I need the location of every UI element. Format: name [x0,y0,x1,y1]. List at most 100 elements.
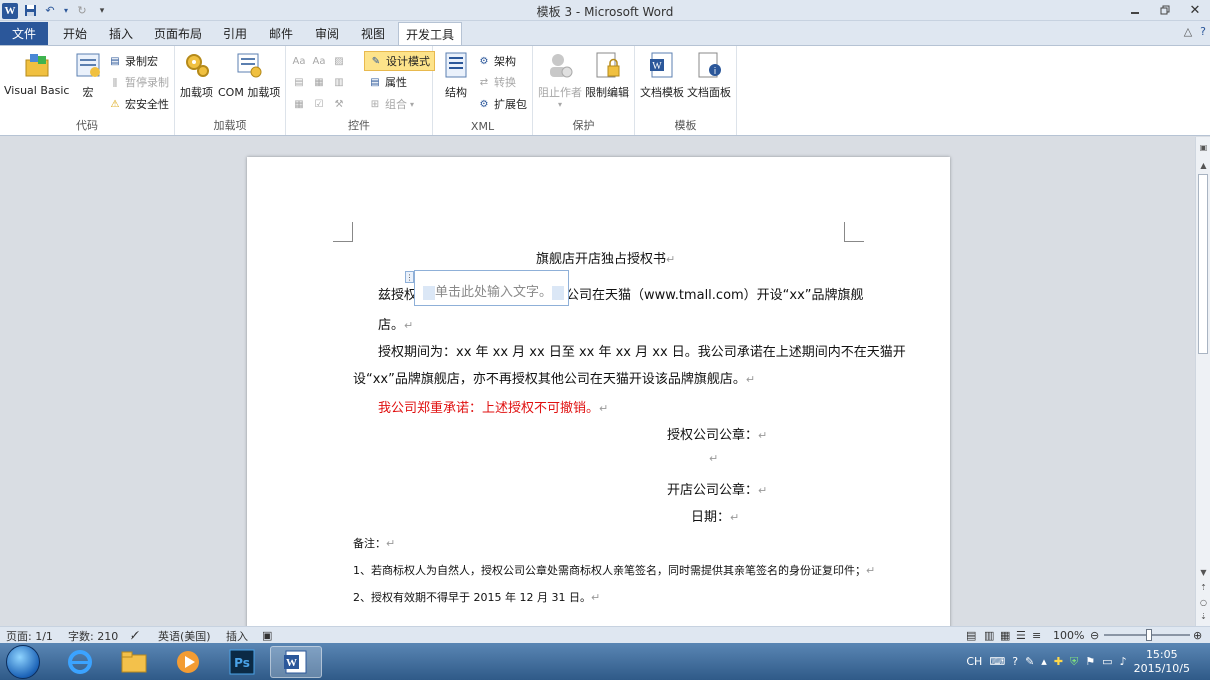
security-icon[interactable]: ✚ [1054,655,1063,668]
group-button[interactable]: ⊞ 组合 ▾ [368,94,414,114]
file-explorer-icon[interactable] [108,646,160,678]
ruler-toggle-icon[interactable]: ▣ [1197,141,1210,154]
tab-developer[interactable]: 开发工具 [398,22,462,45]
note-2[interactable]: 2、授权有效期不得早于 2015 年 12 月 31 日。↵ [353,589,600,605]
transform-button[interactable]: ⇄ 转换 [477,72,516,92]
document-page[interactable] [247,157,950,626]
macro-record-icon[interactable]: ▣ [262,628,272,643]
insert-mode[interactable]: 插入 [226,628,248,643]
content-control[interactable]: ⋮ 单击此处输入文字。 [405,270,569,306]
outline-view-icon[interactable]: ☰ [1016,628,1026,643]
show-hidden-icons-icon[interactable]: ▴ [1041,655,1047,668]
media-player-icon[interactable] [162,646,214,678]
zoom-slider-thumb[interactable] [1146,629,1152,641]
content-control-handle[interactable]: ⋮ [405,271,414,283]
content-control-placeholder[interactable]: 单击此处输入文字。 [423,281,565,300]
document-panel-button[interactable]: i 文档面板 [687,50,731,100]
com-addins-button[interactable]: COM 加载项 [218,50,280,100]
rich-text-control-icon[interactable]: Aa [292,51,306,71]
start-button[interactable] [6,645,40,679]
paragraph-1-rest[interactable]: 公司在天猫（www.tmall.com）开设“xx”品牌旗舰 [566,284,864,303]
network-icon[interactable]: ▭ [1102,655,1112,668]
scroll-down-icon[interactable]: ▼ [1197,566,1210,579]
previous-page-icon[interactable]: ⇡ [1197,581,1210,594]
draft-view-icon[interactable]: ≡ [1032,628,1041,643]
block-authors-button[interactable]: 阻止作者 ▾ [538,50,582,109]
checkbox-control-icon[interactable]: ☑ [312,94,326,114]
flag-icon[interactable]: ⚑ [1085,655,1095,668]
zoom-level[interactable]: 100% [1053,628,1084,643]
properties-button[interactable]: ▤ 属性 [368,72,407,92]
paragraph-2-line-2[interactable]: 设“xx”品牌旗舰店，亦不再授权其他公司在天猫开设该品牌旗舰店。↵ [353,368,755,387]
tab-home[interactable]: 开始 [52,22,98,45]
help-icon[interactable]: ? [1200,25,1206,38]
word-taskbar-icon[interactable]: W [270,646,322,678]
paragraph-2-line-1[interactable]: 授权期间为：xx 年 xx 月 xx 日至 xx 年 xx 月 xx 日。我公司… [378,341,906,360]
ime-indicator[interactable]: CH [966,655,982,668]
record-macro-button[interactable]: ▤ 录制宏 [108,51,158,71]
browse-object-icon[interactable]: ○ [1197,596,1210,609]
notes-label[interactable]: 备注：↵ [353,535,395,551]
picture-control-icon[interactable]: ▨ [332,51,346,71]
macro-security-button[interactable]: ⚠ 宏安全性 [108,94,169,114]
restore-icon[interactable] [1150,0,1180,20]
addins-button[interactable]: 加载项 [180,50,213,100]
design-mode-button[interactable]: ✎ 设计模式 [364,51,435,71]
drop-down-control-icon[interactable]: ▥ [332,72,346,92]
word-count[interactable]: 字数: 210 [68,628,118,643]
tab-file[interactable]: 文件 [0,22,48,45]
combo-box-control-icon[interactable]: ▦ [312,72,326,92]
help-tray-icon[interactable]: ? [1012,655,1018,668]
pen-icon[interactable]: ✎ [1025,655,1034,668]
legacy-tools-icon[interactable]: ⚒ [332,94,346,114]
next-page-icon[interactable]: ⇣ [1197,610,1210,623]
tab-references[interactable]: 引用 [214,22,256,45]
internet-explorer-icon[interactable] [54,646,106,678]
schema-button[interactable]: ⚙ 架构 [477,51,516,71]
zoom-in-icon[interactable]: ⊕ [1193,628,1202,643]
tab-view[interactable]: 视图 [352,22,394,45]
macros-button[interactable]: 宏 [72,50,104,100]
visual-basic-button[interactable]: Visual Basic [4,50,69,97]
vertical-scrollbar[interactable]: ▣ ▲ ▼ ⇡ ○ ⇣ [1195,137,1210,626]
zoom-out-icon[interactable]: ⊖ [1090,628,1099,643]
tab-review[interactable]: 审阅 [306,22,348,45]
building-block-control-icon[interactable]: ▤ [292,72,306,92]
language[interactable]: 英语(美国) [158,628,211,643]
paragraph-1-line-2[interactable]: 店。↵ [378,314,413,333]
shield-icon[interactable]: ⛨ [1070,655,1078,669]
minimize-icon[interactable] [1120,0,1150,20]
clock[interactable]: 15:05 2015/10/5 [1134,648,1190,676]
date-picker-control-icon[interactable]: ▦ [292,94,306,114]
print-layout-view-icon[interactable]: ▤ [966,628,976,643]
full-screen-reading-icon[interactable]: ▥ [984,628,994,643]
pause-recording-button[interactable]: ǁ 暂停录制 [108,72,169,92]
expansion-packs-button[interactable]: ⚙ 扩展包 [477,94,527,114]
keyboard-icon[interactable]: ⌨ [989,655,1005,668]
tab-page-layout[interactable]: 页面布局 [146,22,210,45]
tab-insert[interactable]: 插入 [100,22,142,45]
document-template-button[interactable]: W 文档模板 [640,50,684,100]
paragraph-3-commitment[interactable]: 我公司郑重承诺：上述授权不可撤销。↵ [378,397,608,416]
plain-text-control-icon[interactable]: Aa [312,51,326,71]
restrict-editing-button[interactable]: 限制编辑 [585,50,629,100]
date-line[interactable]: 日期：↵ [691,506,739,525]
scroll-up-icon[interactable]: ▲ [1197,159,1210,172]
document-area[interactable]: 旗舰店开店独占授权书↵ 兹授权 公司在天猫（www.tmall.com）开设“x… [0,137,1195,626]
web-layout-icon[interactable]: ▦ [1000,628,1010,643]
page-count[interactable]: 页面: 1/1 [6,628,53,643]
close-icon[interactable]: ✕ [1180,0,1210,20]
scroll-thumb[interactable] [1198,174,1208,354]
tab-mailings[interactable]: 邮件 [260,22,302,45]
paragraph-1-start[interactable]: 兹授权 [378,284,417,303]
proofing-icon[interactable]: ✓̸ [130,628,139,643]
document-title[interactable]: 旗舰店开店独占授权书↵ [536,248,675,267]
seal-authorizing-company[interactable]: 授权公司公章：↵ [667,424,767,443]
empty-paragraph[interactable]: ↵ [709,451,718,466]
volume-icon[interactable]: ♪ [1120,655,1127,668]
note-1[interactable]: 1、若商标权人为自然人，授权公司公章处需商标权人亲笔签名，同时需提供其亲笔签名的… [353,562,875,578]
photoshop-icon[interactable]: Ps [216,646,268,678]
structure-button[interactable]: 结构 [440,50,472,100]
seal-store-company[interactable]: 开店公司公章：↵ [667,479,767,498]
minimize-ribbon-icon[interactable]: △ [1184,25,1192,38]
